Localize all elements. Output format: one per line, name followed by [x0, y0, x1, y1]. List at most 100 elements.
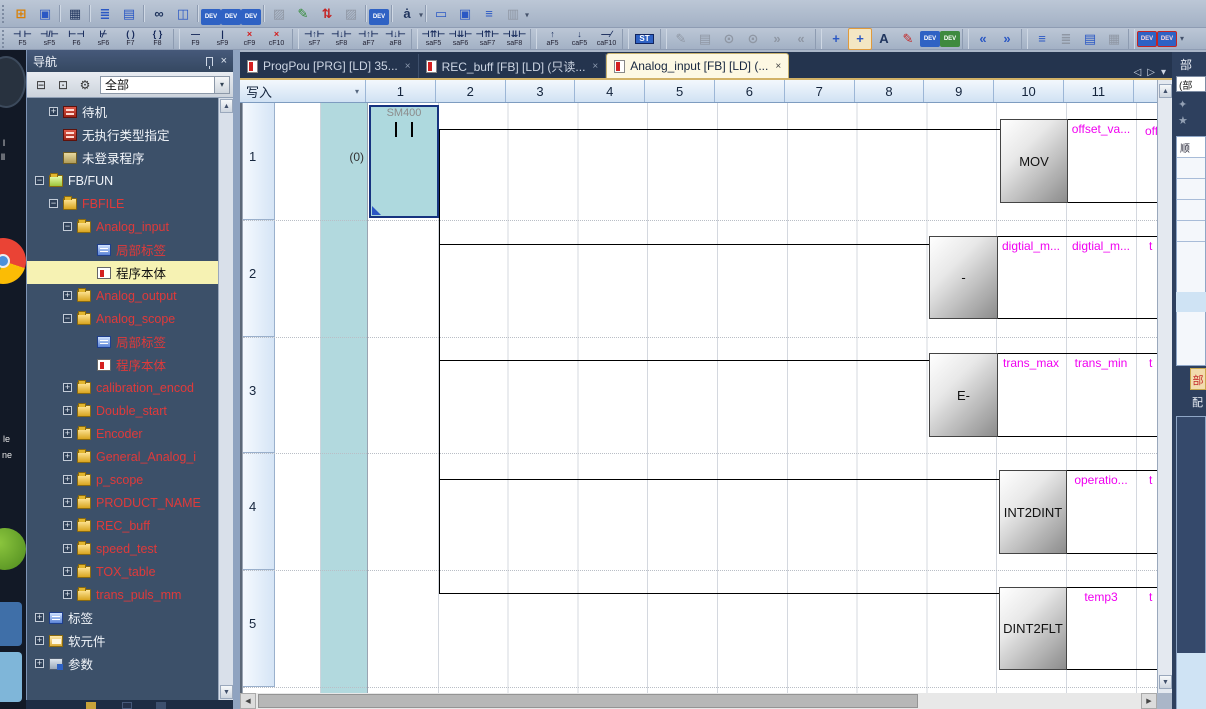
- nav-tree-item[interactable]: − Analog_input: [27, 215, 218, 238]
- operand-label[interactable]: operatio...: [1066, 473, 1136, 487]
- vertical-scrollbar[interactable]: ▲ ▼: [1157, 80, 1172, 693]
- operand-label[interactable]: t: [1149, 356, 1152, 370]
- nav-tree-item[interactable]: + REC_buff: [27, 514, 218, 537]
- expander-icon[interactable]: +: [35, 659, 44, 668]
- project-tree-icon[interactable]: ⊞: [9, 3, 33, 25]
- column-header[interactable]: 8: [855, 80, 925, 103]
- function-block-eminus[interactable]: E-: [929, 353, 998, 437]
- column-header[interactable]: 4: [575, 80, 645, 103]
- nav-tree-item[interactable]: + Double_start: [27, 399, 218, 422]
- nav-tree-item[interactable]: + 参数: [27, 652, 218, 675]
- device-edit-dialog-icon[interactable]: DEV: [940, 31, 960, 47]
- scroll-down-icon[interactable]: ▼: [1159, 675, 1172, 689]
- rung-number[interactable]: 4: [243, 453, 275, 570]
- device-test-icon[interactable]: DEV: [1137, 31, 1157, 47]
- closed-contact-button[interactable]: ⊣/⊢sF5: [36, 28, 63, 49]
- collapse-tree-icon[interactable]: ⊟: [30, 75, 52, 95]
- tree-scrollbar[interactable]: ▲ ▼: [218, 98, 233, 700]
- nav-tree-item[interactable]: + 待机: [27, 100, 218, 123]
- invert-operation-button[interactable]: —∕caF10: [593, 28, 620, 49]
- operand-label[interactable]: digtial_m...: [996, 239, 1066, 253]
- toolbar-grip[interactable]: [2, 30, 7, 48]
- misc-view-icon[interactable]: ▥: [501, 3, 525, 25]
- column-header[interactable]: 10: [994, 80, 1064, 103]
- nav-tree-item[interactable]: + p_scope: [27, 468, 218, 491]
- document-tab[interactable]: Analog_input [FB] [LD] (... ×: [606, 53, 789, 78]
- separator[interactable]: [1021, 29, 1028, 49]
- nav-tree-item[interactable]: + Encoder: [27, 422, 218, 445]
- scroll-left-icon[interactable]: ◀: [240, 693, 256, 709]
- column-header[interactable]: 9: [924, 80, 994, 103]
- find-replace-icon[interactable]: ◫: [171, 3, 195, 25]
- column-header[interactable]: 2: [436, 80, 506, 103]
- separator[interactable]: [197, 5, 199, 22]
- element-list-row[interactable]: [1177, 200, 1205, 221]
- column-header[interactable]: 11: [1064, 80, 1134, 103]
- expander-icon[interactable]: −: [35, 176, 44, 185]
- edit-comment-icon[interactable]: ✎: [669, 28, 693, 50]
- open-branch-button[interactable]: ⊢⊣F6: [63, 28, 90, 49]
- separator[interactable]: [59, 5, 61, 22]
- element-list-row[interactable]: [1177, 158, 1205, 179]
- device-display-icon[interactable]: DEV: [369, 9, 389, 25]
- nav-tree-item[interactable]: 无执行类型指定: [27, 123, 218, 146]
- nav-tree-item[interactable]: 程序本体: [27, 353, 218, 376]
- tree-filter-dropdown[interactable]: 全部 ▾: [100, 76, 230, 94]
- note-find-next-icon[interactable]: ⊙: [741, 28, 765, 50]
- nav-tree-item[interactable]: + trans_puls_mm: [27, 583, 218, 606]
- open-window-icon[interactable]: ▣: [33, 3, 57, 25]
- nav-tree-item[interactable]: + 标签: [27, 606, 218, 629]
- io-check-icon[interactable]: ⇅: [315, 3, 339, 25]
- panel-tab-config[interactable]: 配: [1192, 394, 1203, 410]
- edit-mode-dropdown[interactable]: 写入 ▾: [240, 80, 366, 103]
- column-header[interactable]: 6: [715, 80, 785, 103]
- operand-label[interactable]: digtial_m...: [1066, 239, 1136, 253]
- ladder-list-icon[interactable]: ≣: [93, 3, 117, 25]
- expander-icon[interactable]: +: [63, 291, 72, 300]
- open-contact-button[interactable]: ⊣ ⊢F5: [9, 28, 36, 49]
- write-disabled-icon[interactable]: ▨: [267, 3, 291, 25]
- rising-pulse-branch-button[interactable]: ⊣⇈⊢saF5: [420, 28, 447, 49]
- function-block-int2dint[interactable]: INT2DINT: [999, 470, 1067, 554]
- expander-icon[interactable]: −: [49, 199, 58, 208]
- comment-list-icon[interactable]: ≣: [1054, 28, 1078, 50]
- pin-icon[interactable]: [206, 57, 213, 66]
- scroll-up-icon[interactable]: ▲: [1159, 84, 1172, 98]
- function-block-minus[interactable]: -: [929, 236, 998, 319]
- tab-scroll-right-icon[interactable]: ▷: [1147, 67, 1155, 78]
- operand-label[interactable]: t: [1149, 473, 1152, 487]
- nav-tree-item[interactable]: + speed_test: [27, 537, 218, 560]
- find-binoculars-icon[interactable]: ∞: [147, 2, 171, 24]
- separator[interactable]: [411, 29, 418, 49]
- expander-icon[interactable]: +: [63, 590, 72, 599]
- falling-pulse-close-button[interactable]: ⊣↓⊢aF8: [382, 28, 409, 49]
- text-edit-icon[interactable]: ✎: [896, 28, 920, 50]
- declaration-list-icon[interactable]: ▤: [1078, 28, 1102, 50]
- device-monitor-icon[interactable]: DEV: [1157, 31, 1177, 47]
- rising-pulse-close-branch-button[interactable]: ⊣⇈⊢saF7: [474, 28, 501, 49]
- rung-number[interactable]: 2: [243, 220, 275, 337]
- rung-number[interactable]: 1: [243, 103, 275, 220]
- nav-tree-item[interactable]: + TOX_table: [27, 560, 218, 583]
- close-icon[interactable]: ×: [221, 55, 227, 67]
- text-find-icon[interactable]: A: [872, 28, 896, 50]
- expander-icon[interactable]: +: [63, 567, 72, 576]
- nav-tree-item[interactable]: 局部标签: [27, 238, 218, 261]
- favorite-icon[interactable]: ✦: [1178, 98, 1187, 111]
- coil-button[interactable]: ( )F7: [117, 28, 144, 49]
- nav-tree-item[interactable]: + Analog_output: [27, 284, 218, 307]
- separator[interactable]: [391, 5, 393, 22]
- separator[interactable]: [660, 29, 667, 49]
- delete-row-icon[interactable]: «: [789, 28, 813, 50]
- separator[interactable]: [815, 29, 822, 49]
- nav-tree-item[interactable]: + 软元件: [27, 629, 218, 652]
- separator[interactable]: [173, 29, 180, 49]
- wire-draw-icon[interactable]: +: [824, 28, 848, 50]
- nav-tree-item[interactable]: − FB/FUN: [27, 169, 218, 192]
- nav-tree-item[interactable]: 未登录程序: [27, 146, 218, 169]
- wire-edit-icon[interactable]: +: [848, 28, 872, 50]
- separator[interactable]: [425, 5, 427, 22]
- nav-tree-item[interactable]: − Analog_scope: [27, 307, 218, 330]
- device-find-icon[interactable]: ȧ: [395, 2, 419, 24]
- ladder-canvas[interactable]: 1 2 3 4 5: [240, 103, 1157, 693]
